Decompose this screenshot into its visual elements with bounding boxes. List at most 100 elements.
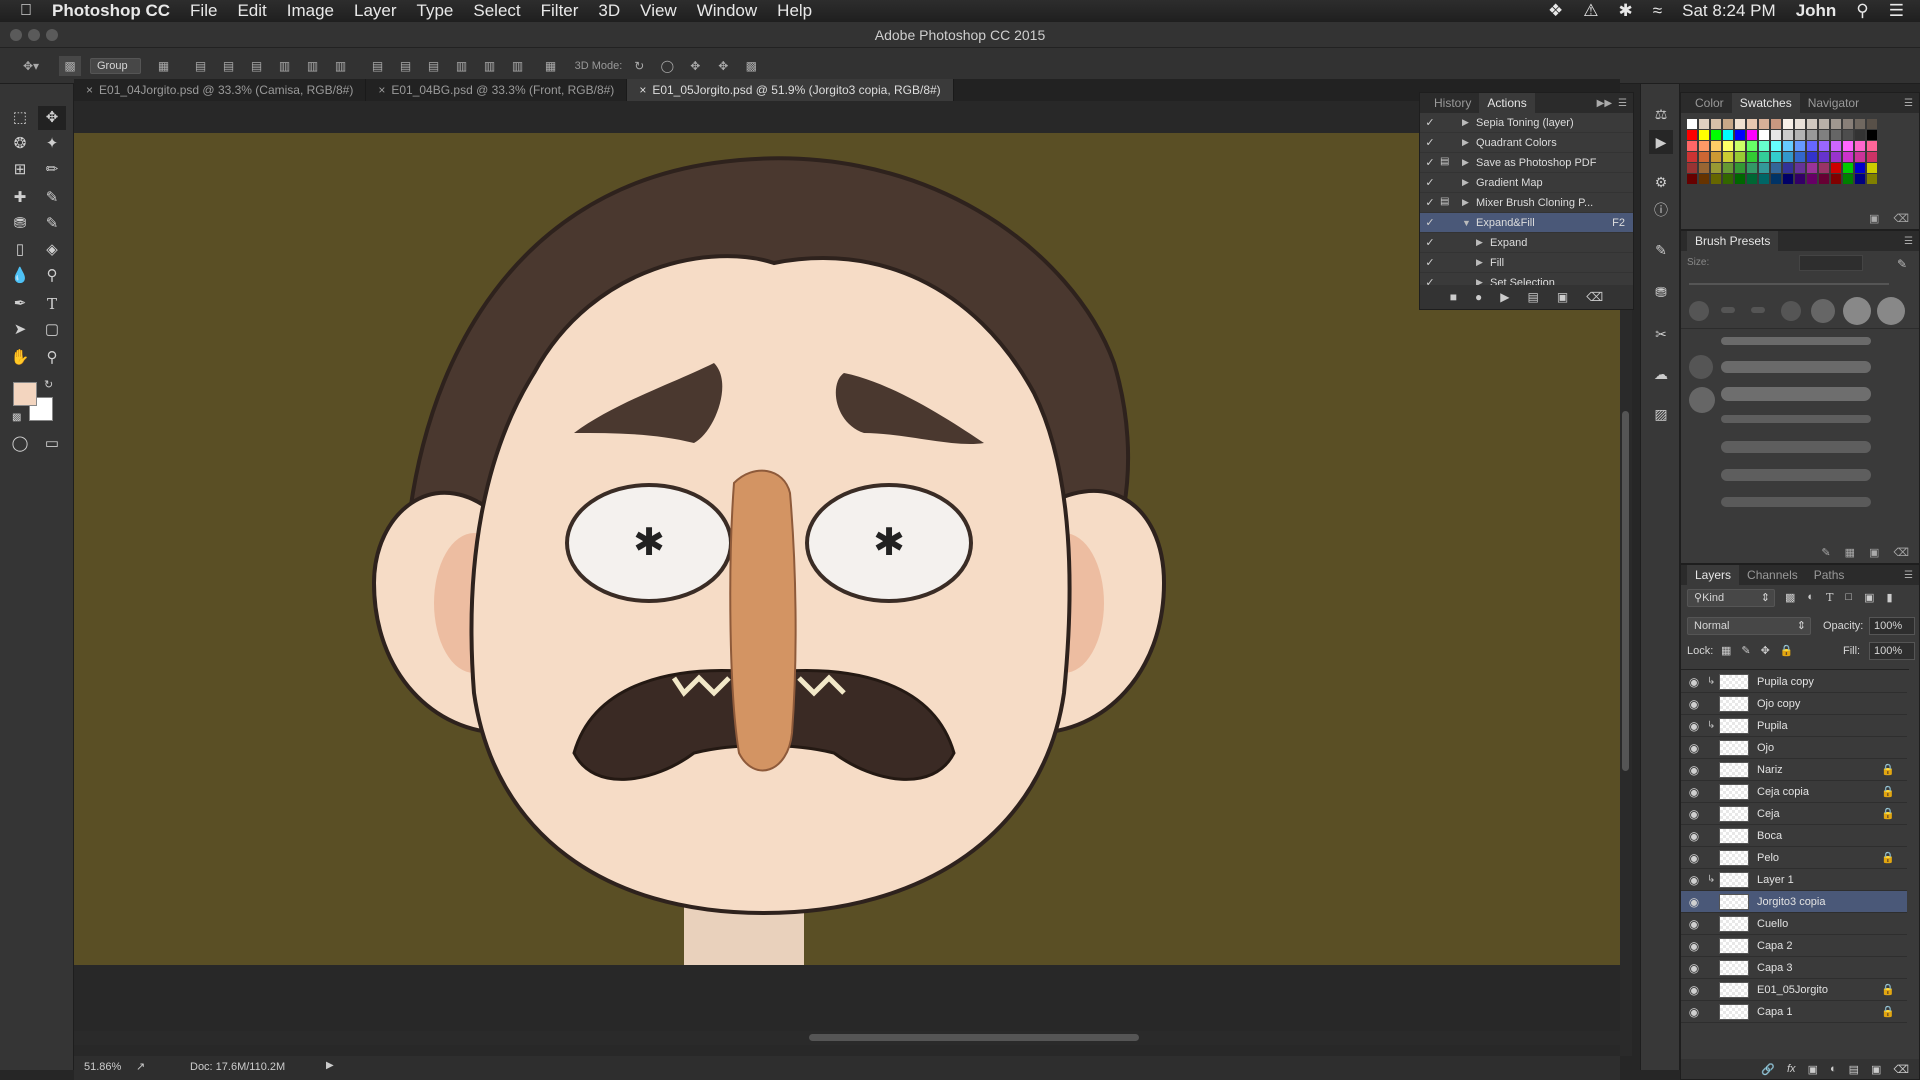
libraries-panel-icon[interactable]: ☁ — [1649, 362, 1673, 386]
paint-bucket-tool-icon[interactable]: ◈ — [38, 238, 66, 262]
layer-row[interactable]: ◉ ↳ Pupila copy — [1681, 671, 1907, 693]
layer-thumbnail[interactable] — [1719, 827, 1749, 844]
swatch[interactable] — [1687, 163, 1697, 173]
dodge-tool-icon[interactable]: ⚲ — [38, 264, 66, 288]
paragraph-styles-panel-icon[interactable]: ▨ — [1649, 402, 1673, 426]
visibility-eye-icon[interactable]: ◉ — [1681, 829, 1707, 843]
brush-grid-icon[interactable]: ▦ — [1845, 546, 1855, 559]
new-set-icon[interactable]: ▤ — [1528, 290, 1539, 304]
tab-navigator[interactable]: Navigator — [1800, 93, 1867, 113]
panel-menu-icon[interactable]: ☰ — [1904, 236, 1919, 247]
zoom-window-button[interactable] — [46, 29, 58, 41]
swatch[interactable] — [1723, 130, 1733, 140]
swatch[interactable] — [1867, 174, 1877, 184]
tab-history[interactable]: History — [1426, 93, 1479, 113]
swatch[interactable] — [1759, 174, 1769, 184]
swatch[interactable] — [1735, 130, 1745, 140]
fill-field[interactable]: 100% — [1869, 642, 1915, 660]
check-icon[interactable]: ✓ — [1420, 116, 1440, 129]
swatch[interactable] — [1687, 141, 1697, 151]
action-step-row[interactable]: ✓ ▶ Fill — [1420, 253, 1633, 273]
menu-window[interactable]: Window — [687, 0, 767, 22]
brush-tip[interactable] — [1721, 307, 1735, 313]
swatch[interactable] — [1711, 174, 1721, 184]
brush-tool-icon[interactable]: ✎ — [38, 186, 66, 210]
swatch[interactable] — [1687, 119, 1697, 129]
layer-row[interactable]: ◉ Ojo copy — [1681, 693, 1907, 715]
tab-close-icon[interactable]: × — [378, 83, 385, 97]
check-icon[interactable]: ✓ — [1420, 256, 1440, 269]
menu-type[interactable]: Type — [407, 0, 464, 22]
swatch[interactable] — [1771, 119, 1781, 129]
dialog-toggle[interactable] — [1440, 216, 1454, 230]
expand-arrow-icon[interactable]: ▶ — [1462, 137, 1476, 148]
swatch[interactable] — [1831, 119, 1841, 129]
swatch[interactable] — [1699, 163, 1709, 173]
brush-panel-toggle-icon[interactable]: ✎ — [1897, 257, 1907, 271]
swatch[interactable] — [1747, 141, 1757, 151]
distribute-vcenter-icon[interactable]: ▤ — [395, 56, 417, 76]
align-hcenter-icon[interactable]: ▥ — [302, 56, 324, 76]
filter-type-icon[interactable]: T — [1826, 591, 1833, 604]
panel-menu-icon[interactable]: ☰ — [1904, 570, 1919, 581]
3d-scale-icon[interactable]: ▩ — [740, 56, 762, 76]
marquee-tool-icon[interactable]: ⬚ — [6, 106, 34, 130]
bluetooth-icon[interactable]: ✱ — [1609, 0, 1643, 22]
battery-warning-icon[interactable]: ⚠ — [1573, 0, 1608, 22]
brush-size-field[interactable] — [1799, 255, 1863, 271]
close-window-button[interactable] — [10, 29, 22, 41]
swatch[interactable] — [1771, 163, 1781, 173]
layer-thumbnail[interactable] — [1719, 959, 1749, 976]
kind-filter[interactable]: ⚲Kind ⇕ — [1687, 589, 1775, 607]
swatch[interactable] — [1795, 130, 1805, 140]
layer-row[interactable]: ◉ Nariz 🔒 — [1681, 759, 1907, 781]
check-icon[interactable]: ✓ — [1420, 196, 1440, 209]
layer-row-selected[interactable]: ◉ Jorgito3 copia — [1681, 891, 1907, 913]
visibility-eye-icon[interactable]: ◉ — [1681, 1005, 1707, 1019]
layer-name[interactable]: Capa 2 — [1757, 940, 1792, 952]
notification-center-icon[interactable]: ☰ — [1879, 0, 1920, 22]
swatch[interactable] — [1867, 163, 1877, 173]
foreground-color-swatch[interactable] — [13, 382, 37, 406]
brush-tip[interactable] — [1843, 297, 1871, 325]
swatch[interactable] — [1699, 130, 1709, 140]
layer-thumbnail[interactable] — [1719, 783, 1749, 800]
swatch[interactable] — [1819, 163, 1829, 173]
layer-name[interactable]: Pelo — [1757, 852, 1779, 864]
layer-name[interactable]: Pupila — [1757, 720, 1788, 732]
artwork-canvas[interactable]: ✱ ✱ — [74, 133, 1620, 965]
brush-tip[interactable] — [1689, 301, 1709, 321]
layer-thumbnail[interactable] — [1719, 893, 1749, 910]
layer-name[interactable]: Capa 1 — [1757, 1006, 1792, 1018]
swatch[interactable] — [1807, 152, 1817, 162]
tab-close-icon[interactable]: × — [86, 83, 93, 97]
swatch[interactable] — [1819, 119, 1829, 129]
delete-icon[interactable]: ⌫ — [1586, 290, 1603, 304]
swatch[interactable] — [1867, 141, 1877, 151]
rectangle-tool-icon[interactable]: ▢ — [38, 318, 66, 342]
properties-panel-icon[interactable]: ⚙ — [1649, 170, 1673, 194]
expand-arrow-icon[interactable]: ▶ — [1462, 197, 1476, 208]
distribute-top-icon[interactable]: ▤ — [367, 56, 389, 76]
delete-brush-icon[interactable]: ⌫ — [1893, 546, 1909, 559]
swatch[interactable] — [1783, 174, 1793, 184]
play-icon[interactable]: ▶ — [1500, 290, 1509, 304]
lock-all-icon[interactable]: 🔒 — [1780, 644, 1794, 657]
align-vcenter-icon[interactable]: ▤ — [218, 56, 240, 76]
visibility-eye-icon[interactable]: ◉ — [1681, 741, 1707, 755]
dialog-toggle[interactable] — [1440, 176, 1454, 190]
swatch[interactable] — [1747, 130, 1757, 140]
history-brush-tool-icon[interactable]: ✎ — [38, 212, 66, 236]
swatch[interactable] — [1711, 130, 1721, 140]
new-action-icon[interactable]: ▣ — [1557, 290, 1568, 304]
layer-name[interactable]: Boca — [1757, 830, 1782, 842]
clone-stamp-tool-icon[interactable]: ⛃ — [6, 212, 34, 236]
swatch[interactable] — [1759, 119, 1769, 129]
tab-paths[interactable]: Paths — [1806, 565, 1853, 585]
brush-stroke[interactable] — [1721, 387, 1871, 401]
swatch[interactable] — [1807, 130, 1817, 140]
filter-toggle-icon[interactable]: ▮ — [1886, 591, 1892, 604]
type-tool-icon[interactable]: T — [38, 292, 66, 316]
align-right-icon[interactable]: ▥ — [330, 56, 352, 76]
expand-arrow-icon[interactable]: ▶ — [1462, 157, 1476, 168]
